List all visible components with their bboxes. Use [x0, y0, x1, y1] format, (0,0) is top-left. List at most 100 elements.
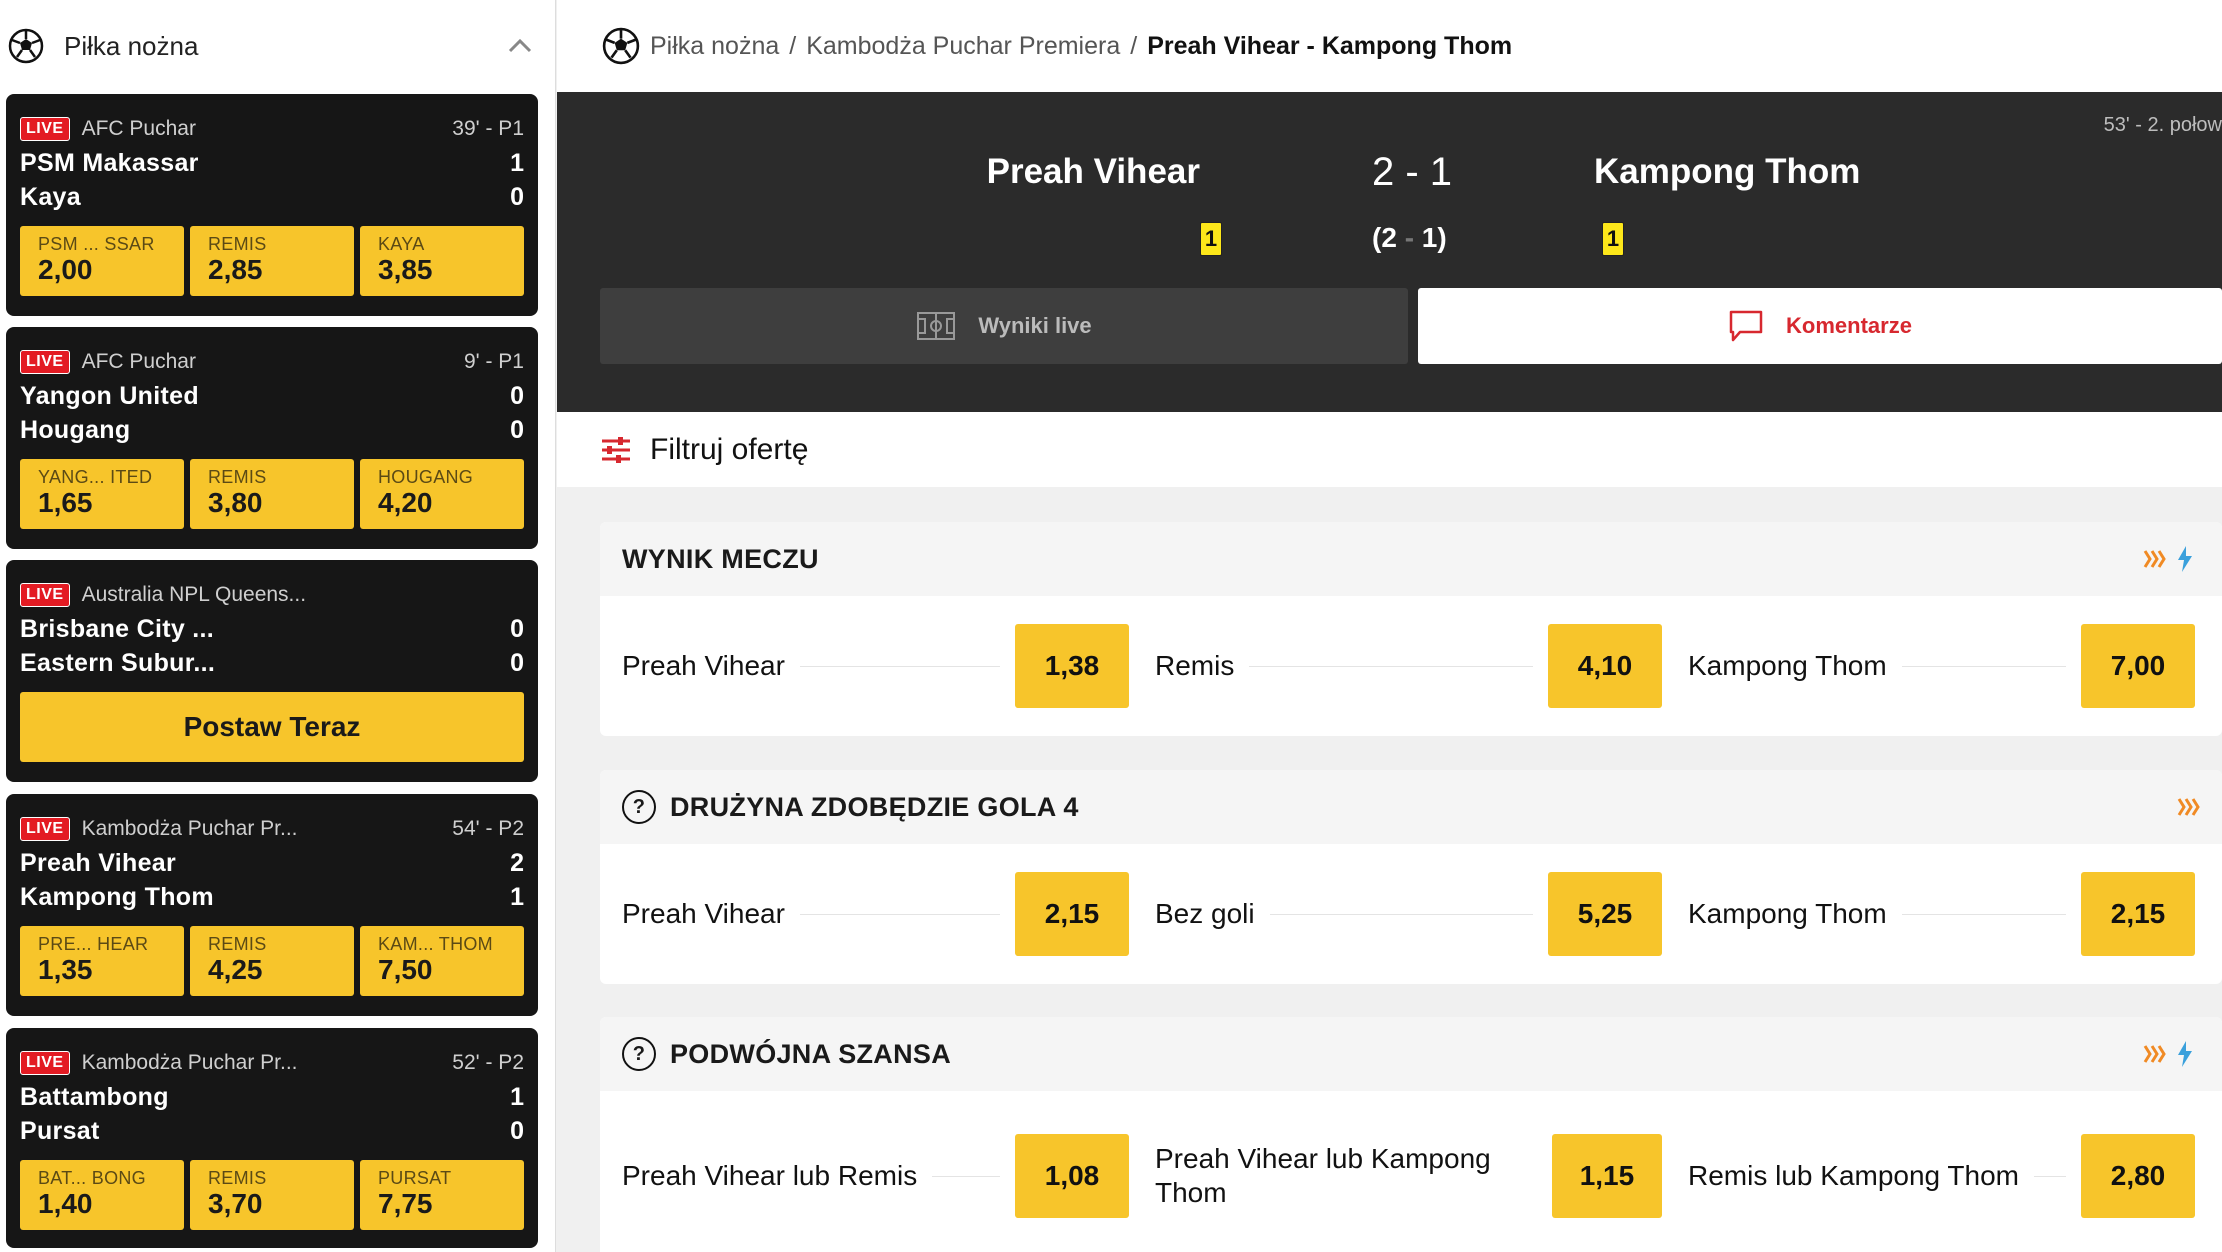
- market-double-chance: ? PODWÓJNA SZANSA Preah Vihear lub Remis…: [600, 1017, 2222, 1252]
- sidebar-header[interactable]: Piłka nożna: [0, 0, 555, 92]
- bet-now-button[interactable]: Postaw Teraz: [20, 692, 524, 762]
- halftime-dash: -: [1404, 222, 1415, 253]
- soccer-ball-icon: [8, 28, 44, 64]
- price-button[interactable]: 2,15: [2081, 872, 2195, 956]
- price-button[interactable]: 5,25: [1548, 872, 1662, 956]
- price-button[interactable]: 7,00: [2081, 624, 2195, 708]
- odd-button-away[interactable]: KAYA 3,85: [360, 226, 524, 296]
- selection-name: Remis lub Kampong Thom: [1688, 1160, 2019, 1191]
- live-stream-icon: [2143, 1045, 2166, 1063]
- divider: [932, 1175, 1000, 1177]
- match-card[interactable]: LIVE Kambodża Puchar Pr... 54' - P2 Prea…: [6, 794, 538, 1016]
- question-icon[interactable]: ?: [622, 790, 656, 824]
- selection: Preah Vihear 1,38: [622, 624, 1155, 708]
- tab-live-label: Wyniki live: [978, 313, 1092, 338]
- odd-label: YANG... ITED: [38, 467, 153, 487]
- price-button[interactable]: 1,15: [1551, 1134, 1662, 1218]
- odd-value: 1,35: [38, 954, 93, 985]
- odd-label: REMIS: [208, 234, 267, 254]
- odd-value: 7,50: [378, 954, 433, 985]
- odd-button-home[interactable]: PRE... HEAR 1,35: [20, 926, 184, 996]
- divider: [799, 665, 1000, 667]
- match-card[interactable]: LIVE AFC Puchar 9' - P1 Yangon United 0 …: [6, 327, 538, 549]
- away-team: Pursat: [20, 1116, 100, 1145]
- odd-value: 7,75: [378, 1188, 433, 1219]
- halftime-away: 1): [1421, 222, 1447, 253]
- selection: Remis lub Kampong Thom 2,80: [1688, 1134, 2221, 1218]
- odd-button-draw[interactable]: REMIS 3,80: [190, 459, 354, 529]
- price-button[interactable]: 4,10: [1548, 624, 1662, 708]
- question-icon[interactable]: ?: [622, 1037, 656, 1071]
- league-name: Australia NPL Queens...: [81, 583, 307, 606]
- divider: [1901, 913, 2066, 915]
- odd-button-away[interactable]: HOUGANG 4,20: [360, 459, 524, 529]
- home-score: 1: [510, 148, 524, 177]
- odd-value: 4,20: [378, 487, 433, 518]
- odd-value: 2,85: [208, 254, 263, 285]
- selection: Bez goli 5,25: [1155, 872, 1688, 956]
- away-score: 0: [510, 1116, 524, 1145]
- selection-name: Preah Vihear: [622, 898, 785, 929]
- divider: [799, 913, 1000, 915]
- odd-label: HOUGANG: [378, 467, 474, 487]
- odd-button-draw[interactable]: REMIS 2,85: [190, 226, 354, 296]
- market-match-result: WYNIK MECZU Preah Vihear 1,38 Remis 4,10…: [600, 522, 2222, 736]
- live-badge: LIVE: [20, 583, 70, 607]
- odd-value: 1,40: [38, 1188, 93, 1219]
- odd-button-away[interactable]: KAM... THOM 7,50: [360, 926, 524, 996]
- away-yellow-card: 1: [1602, 222, 1624, 256]
- live-badge: LIVE: [20, 817, 70, 841]
- market-selections: Preah Vihear 1,38 Remis 4,10 Kampong Tho…: [600, 596, 2222, 736]
- odd-label: REMIS: [208, 467, 267, 487]
- divider: [1269, 913, 1533, 915]
- selection: Preah Vihear lub Kampong Thom 1,15: [1155, 1134, 1688, 1218]
- odd-label: REMIS: [208, 934, 267, 954]
- market-title: PODWÓJNA SZANSA: [670, 1038, 952, 1069]
- odds-row: YANG... ITED 1,65 REMIS 3,80 HOUGANG 4,20: [20, 459, 524, 529]
- match-time: 39' - P1: [452, 117, 524, 140]
- home-score: 0: [510, 614, 524, 643]
- price-button[interactable]: 1,08: [1015, 1134, 1129, 1218]
- market-header[interactable]: ? DRUŻYNA ZDOBĘDZIE GOLA 4: [600, 770, 2222, 844]
- scoreboard: 53' - 2. połow Preah Vihear 2 - 1 Kampon…: [557, 92, 2222, 412]
- odd-label: PRE... HEAR: [38, 934, 149, 954]
- odd-button-draw[interactable]: REMIS 3,70: [190, 1160, 354, 1230]
- odd-button-home[interactable]: PSM ... SSAR 2,00: [20, 226, 184, 296]
- breadcrumb-competition[interactable]: Kambodża Puchar Premiera: [806, 32, 1120, 61]
- odd-value: 3,70: [208, 1188, 263, 1219]
- selection: Remis 4,10: [1155, 624, 1688, 708]
- odd-value: 3,80: [208, 487, 263, 518]
- main-content: Piłka nożna / Kambodża Puchar Premiera /…: [557, 0, 2222, 1252]
- away-team-name: Kampong Thom: [1594, 152, 1861, 191]
- selection-name: Bez goli: [1155, 898, 1255, 929]
- tab-live-results[interactable]: Wyniki live: [600, 288, 1408, 364]
- odd-button-home[interactable]: BAT... BONG 1,40: [20, 1160, 184, 1230]
- market-selections: Preah Vihear lub Remis 1,08 Preah Vihear…: [600, 1091, 2222, 1252]
- odds-row: PSM ... SSAR 2,00 REMIS 2,85 KAYA 3,85: [20, 226, 524, 296]
- match-card[interactable]: LIVE Australia NPL Queens... Brisbane Ci…: [6, 560, 538, 782]
- market-header[interactable]: ? PODWÓJNA SZANSA: [600, 1017, 2222, 1091]
- chevron-up-icon[interactable]: [505, 31, 535, 61]
- breadcrumb-sport[interactable]: Piłka nożna: [650, 32, 779, 61]
- odd-button-away[interactable]: PURSAT 7,75: [360, 1160, 524, 1230]
- selection-name: Remis: [1155, 650, 1235, 681]
- market-team-to-score: ? DRUŻYNA ZDOBĘDZIE GOLA 4 Preah Vihear …: [600, 770, 2222, 984]
- odd-button-draw[interactable]: REMIS 4,25: [190, 926, 354, 996]
- match-card[interactable]: LIVE AFC Puchar 39' - P1 PSM Makassar 1 …: [6, 94, 538, 316]
- odd-button-home[interactable]: YANG... ITED 1,65: [20, 459, 184, 529]
- chat-bubble-icon: [1729, 310, 1763, 342]
- filter-offer-button[interactable]: Filtruj ofertę: [557, 412, 2222, 487]
- tab-comments-label: Komentarze: [1786, 313, 1912, 338]
- price-button[interactable]: 1,38: [1015, 624, 1129, 708]
- filter-label: Filtruj ofertę: [650, 432, 809, 466]
- price-button[interactable]: 2,15: [1015, 872, 1129, 956]
- price-button[interactable]: 2,80: [2081, 1134, 2195, 1218]
- market-header[interactable]: WYNIK MECZU: [600, 522, 2222, 596]
- home-team-name: Preah Vihear: [986, 152, 1200, 191]
- market-title: WYNIK MECZU: [622, 543, 819, 574]
- match-card[interactable]: LIVE Kambodża Puchar Pr... 52' - P2 Batt…: [6, 1028, 538, 1248]
- selection-name: Preah Vihear lub Kampong Thom: [1155, 1143, 1491, 1208]
- tab-comments[interactable]: Komentarze: [1418, 288, 2222, 364]
- away-team: Kampong Thom: [20, 882, 214, 911]
- odd-label: KAYA: [378, 234, 425, 254]
